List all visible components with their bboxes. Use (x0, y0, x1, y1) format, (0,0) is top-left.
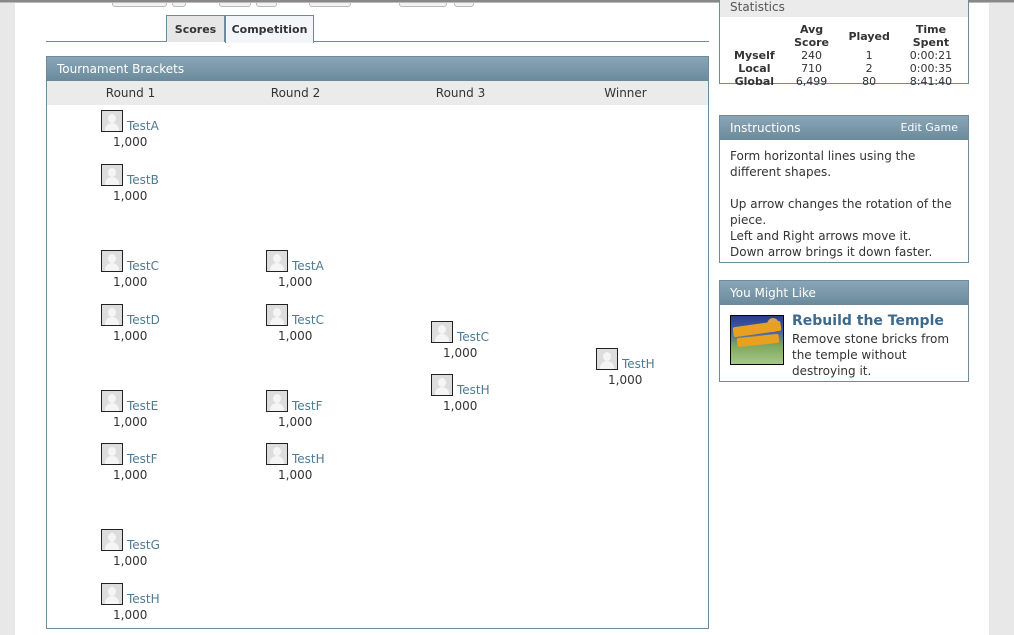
column-round-1: Round 1 (105, 86, 156, 100)
instruction-line: Down arrow brings it down faster. (730, 245, 933, 259)
column-round-2: Round 2 (270, 86, 321, 100)
player-name-link[interactable]: TestH (127, 592, 160, 606)
game-title-link[interactable]: Rebuild the Temple (792, 313, 944, 329)
avatar-icon[interactable] (101, 583, 123, 605)
player-name-link[interactable]: TestF (127, 452, 158, 466)
player-score: 1,000 (113, 468, 148, 482)
player-score: 1,000 (113, 189, 148, 203)
avatar-icon[interactable] (266, 250, 288, 272)
player-name-link[interactable]: TestB (127, 173, 159, 187)
player-name-link[interactable]: TestC (127, 259, 159, 273)
player-score: 1,000 (608, 373, 643, 387)
you-might-like-title: You Might Like (730, 286, 816, 300)
instructions-panel: Instructions Edit Game Form horizontal l… (719, 115, 969, 263)
statistics-panel: Statistics Avg Score Played Time Spent M… (719, 0, 969, 88)
player-score: 1,000 (278, 415, 313, 429)
edit-game-link[interactable]: Edit Game (900, 116, 958, 140)
avatar-icon[interactable] (101, 390, 123, 412)
left-gutter (0, 0, 15, 635)
avatar-icon[interactable] (431, 374, 453, 396)
avatar-icon[interactable] (101, 529, 123, 551)
stats-row-global: Global 6,499 80 8:41:40 (730, 75, 968, 88)
player-score: 1,000 (278, 468, 313, 482)
player-score: 1,000 (113, 608, 148, 622)
avatar-icon[interactable] (431, 321, 453, 343)
player-name-link[interactable]: TestH (622, 357, 655, 371)
panel-title: Tournament Brackets (57, 62, 185, 76)
avatar-icon[interactable] (266, 443, 288, 465)
avatar-icon[interactable] (101, 164, 123, 186)
stats-played: 2 (865, 62, 873, 75)
avatar-icon[interactable] (101, 443, 123, 465)
stats-corner (730, 23, 779, 49)
player-score: 1,000 (278, 329, 313, 343)
player-score: 1,000 (113, 275, 148, 289)
you-might-like-header: You Might Like (720, 281, 968, 305)
game-description: Remove stone bricks from the temple with… (792, 332, 950, 378)
stats-time: 0:00:35 (909, 62, 953, 75)
stats-time: 0:00:21 (909, 49, 953, 62)
player-score: 1,000 (113, 135, 148, 149)
player-score: 1,000 (443, 346, 478, 360)
stats-header-time: Time Spent (912, 23, 950, 49)
instruction-line: Left and Right arrows move it. (730, 229, 912, 243)
stats-header-avg: Avg Score (794, 23, 830, 49)
player-score: 1,000 (113, 329, 148, 343)
stats-avg: 710 (801, 62, 823, 75)
tournament-brackets-panel: Tournament Brackets Round 1 Round 2 Roun… (46, 56, 709, 629)
tab-scores[interactable]: Scores (166, 15, 225, 42)
column-winner: Winner (604, 86, 647, 100)
tab-competition[interactable]: Competition (225, 15, 314, 43)
player-name-link[interactable]: TestH (457, 383, 490, 397)
player-name-link[interactable]: TestC (292, 313, 324, 327)
player-name-link[interactable]: TestA (127, 119, 159, 133)
player-name-link[interactable]: TestA (292, 259, 324, 273)
instructions-title: Instructions (730, 121, 801, 135)
player-name-link[interactable]: TestD (127, 313, 160, 327)
panel-header: Tournament Brackets (47, 57, 708, 81)
stats-avg: 6,499 (795, 75, 828, 88)
instructions-header: Instructions Edit Game (720, 116, 968, 140)
player-name-link[interactable]: TestC (457, 330, 489, 344)
stats-row-label: Myself (734, 49, 775, 62)
column-round-3: Round 3 (435, 86, 486, 100)
player-score: 1,000 (113, 415, 148, 429)
avatar-icon[interactable] (266, 304, 288, 326)
game-thumbnail-icon[interactable] (730, 315, 784, 365)
stats-time: 8:41:40 (909, 75, 953, 88)
statistics-table: Avg Score Played Time Spent Myself 240 1… (730, 23, 968, 88)
right-gutter (989, 0, 1014, 635)
instruction-line: Up arrow changes the rotation of the pie… (730, 197, 952, 227)
player-name-link[interactable]: TestG (127, 538, 160, 552)
player-name-link[interactable]: TestE (127, 399, 158, 413)
tab-bar: Scores Competition (46, 15, 709, 43)
instruction-spacer (730, 180, 958, 196)
stats-played: 80 (862, 75, 877, 88)
player-score: 1,000 (113, 554, 148, 568)
instruction-line: Form horizontal lines using the differen… (730, 149, 916, 179)
player-score: 1,000 (443, 399, 478, 413)
player-score: 1,000 (278, 275, 313, 289)
stats-row-label: Global (734, 75, 775, 88)
bracket-column-headers: Round 1 Round 2 Round 3 Winner (47, 81, 708, 105)
stats-row-label: Local (738, 62, 771, 75)
stats-row-myself: Myself 240 1 0:00:21 (730, 49, 968, 62)
stats-played: 1 (865, 49, 873, 62)
stats-header-played: Played (848, 29, 890, 43)
avatar-icon[interactable] (596, 348, 618, 370)
avatar-icon[interactable] (101, 250, 123, 272)
player-name-link[interactable]: TestF (292, 399, 323, 413)
avatar-icon[interactable] (266, 390, 288, 412)
player-name-link[interactable]: TestH (292, 452, 325, 466)
instructions-body: Form horizontal lines using the differen… (720, 140, 968, 268)
you-might-like-panel: You Might Like Rebuild the Temple Remove… (719, 280, 969, 382)
stats-avg: 240 (801, 49, 823, 62)
avatar-icon[interactable] (101, 110, 123, 132)
avatar-icon[interactable] (101, 304, 123, 326)
stats-row-local: Local 710 2 0:00:35 (730, 62, 968, 75)
statistics-title: Statistics (720, 0, 968, 17)
